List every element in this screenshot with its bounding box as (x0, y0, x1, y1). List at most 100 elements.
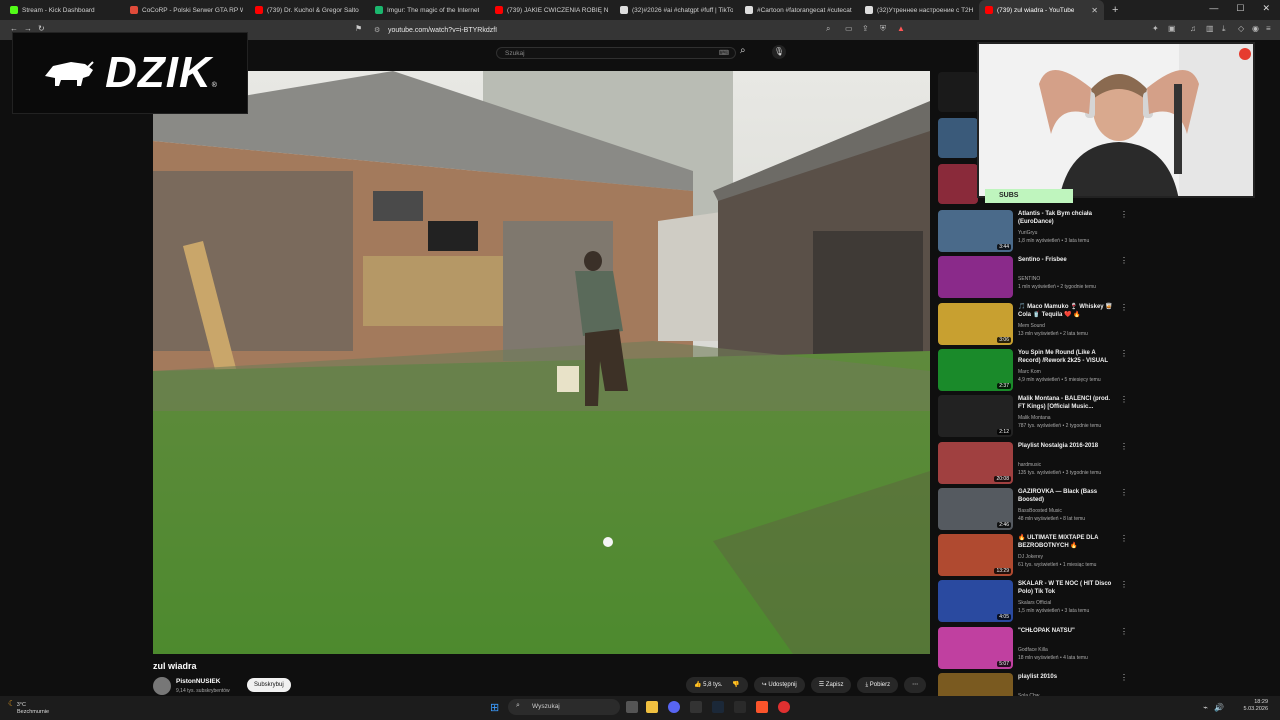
browser-tab[interactable]: (32)Утреннее настроение с T2H2 (859, 0, 979, 20)
more-options-icon[interactable]: ⋮ (1120, 534, 1128, 543)
app-red-icon[interactable] (778, 701, 790, 713)
recommendation-item[interactable]: 3:44 Atlantis - Tak Bym chciała (EuroDanc… (938, 210, 1128, 254)
recommendation-item[interactable]: 5:07 "CHŁOPAK NATSU" Godface Killa 18 mln w… (938, 626, 1128, 671)
recommendation-channel[interactable]: SENTINO (1018, 275, 1118, 283)
start-icon[interactable]: ⊞ (490, 701, 499, 714)
video-thumbnail[interactable] (938, 256, 1013, 299)
recommendation-channel[interactable]: Marc Kom (1018, 368, 1118, 376)
recommendation-title[interactable]: Malik Montana - BALENCI (prod. FT Kings)… (1018, 395, 1114, 411)
video-thumbnail[interactable]: 2:12 (938, 395, 1013, 438)
brave-rewards-icon[interactable]: ▲ (897, 24, 905, 33)
more-options-icon[interactable]: ⋮ (1120, 256, 1128, 265)
close-window-icon[interactable]: ✕ (1262, 3, 1270, 14)
recommendation-item[interactable]: 2:46 GAZIROVKA — Black (Bass Boosted) Bass… (938, 487, 1128, 532)
more-actions-button[interactable]: ⋯ (904, 677, 927, 693)
menu-icon[interactable]: ≡ (1266, 24, 1271, 33)
video-thumbnail[interactable]: 2:37 (938, 348, 1013, 391)
network-icon[interactable]: ⌁ (1203, 703, 1208, 712)
browser-tab[interactable]: (32)#2026 #ai #chatgpt #fuff | TikTok (614, 0, 739, 20)
recommendation-title[interactable]: 🎵 Maco Mamuko 🍷 Whiskey 🥃 Cola 🥤 Tequila… (1018, 303, 1114, 319)
extensions-icon[interactable]: ✦ (1152, 24, 1159, 33)
recommendation-channel[interactable]: YuriGryu (1018, 229, 1118, 237)
video-thumbnail[interactable]: 3:44 (938, 210, 1013, 252)
recommendation-item[interactable]: 20:08 Playlist Nostalgia 2016-2018 hardmus… (938, 441, 1128, 486)
more-options-icon[interactable]: ⋮ (1120, 210, 1128, 219)
recommendation-title[interactable]: "CHŁOPAK NATSU" (1018, 627, 1114, 635)
browser-tab[interactable]: Stream - Kick Dashboard (4, 0, 124, 20)
sidebar-icon[interactable]: ▥ (1206, 24, 1214, 33)
pin-icon[interactable]: ◇ (1238, 24, 1244, 33)
recommendation-item[interactable]: 13:29 🔥 ULTIMATE MIXTAPE DLA BEZROBOTNYCH… (938, 534, 1128, 578)
video-thumbnail[interactable]: 5:07 (938, 626, 1013, 669)
recommendation-channel[interactable]: Mem Sound (1018, 322, 1118, 330)
browser-tab[interactable]: CoCoRP - Polski Serwer GTA RP Whi (124, 0, 249, 20)
file-explorer-icon[interactable] (646, 701, 658, 713)
save-button[interactable]: ☰ Zapisz (810, 677, 852, 693)
video-thumbnail[interactable] (938, 164, 978, 204)
more-options-icon[interactable]: ⋮ (1120, 442, 1128, 451)
channel-avatar[interactable] (153, 677, 171, 695)
taskbar-search[interactable]: ⌕ Wyszukaj (508, 699, 620, 715)
more-options-icon[interactable]: ⋮ (1120, 303, 1128, 312)
shield-icon[interactable]: ⛨ (880, 24, 886, 34)
search-icon[interactable]: ⌕ (740, 45, 746, 56)
recommendation-item[interactable]: Sentino - Frisbee SENTINO 1 mln wyświetleń… (938, 256, 1128, 300)
recommendation-title[interactable]: playlist 2010s (1018, 673, 1114, 681)
recommendation-channel[interactable]: hardmusic (1018, 461, 1118, 469)
close-tab-icon[interactable]: ✕ (1085, 6, 1098, 15)
recommendation-title[interactable]: GAZIROVKA — Black (Bass Boosted) (1018, 488, 1114, 504)
recommendation-title[interactable]: SKALAR - W TE NOC ( HIT Disco Polo) Tik … (1018, 580, 1114, 596)
more-options-icon[interactable]: ⋮ (1120, 580, 1128, 589)
download-button[interactable]: ⤓ Pobierz (857, 677, 899, 693)
share-button[interactable]: ↪ Udostępnij (753, 677, 805, 693)
thumbs-down-icon[interactable]: 👎 (732, 682, 739, 688)
share-icon[interactable]: ⇪ (862, 24, 869, 33)
like-button[interactable]: 👍 5,8 tys. 👎 (686, 677, 748, 693)
video-thumbnail[interactable] (938, 72, 978, 112)
more-options-icon[interactable]: ⋮ (1120, 395, 1128, 404)
video-player[interactable] (153, 71, 930, 654)
more-options-icon[interactable]: ⋮ (1120, 673, 1128, 682)
recommendation-title[interactable]: Playlist Nostalgia 2016-2018 (1018, 442, 1114, 450)
recommendation-channel[interactable]: Godface Killa (1018, 646, 1118, 654)
recommendation-channel[interactable]: Skalars Official (1018, 599, 1118, 607)
video-thumbnail[interactable] (938, 118, 978, 158)
recommendation-title[interactable]: 🔥 ULTIMATE MIXTAPE DLA BEZROBOTNYCH 🔥 (1018, 534, 1114, 550)
video-thumbnail[interactable]: 4:05 (938, 580, 1013, 623)
browser-tab[interactable]: (739) JAKIE ĆWICZENIA ROBIĘ NA SI (489, 0, 614, 20)
site-info-icon[interactable]: ⚙ (374, 26, 380, 34)
keyboard-icon[interactable]: ⌨ (719, 49, 729, 57)
recommendation-item[interactable]: 4:05 SKALAR - W TE NOC ( HIT Disco Polo) … (938, 580, 1128, 624)
video-thumbnail[interactable]: 13:29 (938, 534, 1013, 577)
video-thumbnail[interactable]: 3:06 (938, 302, 1013, 345)
screenshot-icon[interactable]: ▭ (845, 24, 853, 33)
recommendation-item[interactable]: 2:12 Malik Montana - BALENCI (prod. FT Ki… (938, 395, 1128, 439)
bookmark-icon[interactable]: ⚑ (355, 24, 362, 33)
profile-icon[interactable]: ◉ (1252, 24, 1259, 33)
microphone-icon[interactable]: 🎙 (772, 45, 786, 59)
more-options-icon[interactable]: ⋮ (1120, 349, 1128, 358)
recommendation-item[interactable]: 2:37 You Spin Me Round (Like A Record) /R… (938, 348, 1128, 393)
media-icon[interactable]: ♫ (1190, 24, 1196, 33)
new-tab-button[interactable]: + (1112, 4, 1118, 16)
browser-tab[interactable]: #Cartoon #fatorangecat #cutecat | Ti (739, 0, 859, 20)
channel-name[interactable]: PistonNUSIEK (176, 678, 220, 685)
recommendation-item[interactable]: 3:06 🎵 Maco Mamuko 🍷 Whiskey 🥃 Cola 🥤 Teq… (938, 302, 1128, 347)
downloads-icon[interactable]: ⤓ (1222, 24, 1226, 34)
video-thumbnail[interactable]: 2:46 (938, 487, 1013, 530)
recommendation-channel[interactable]: DJ Jokerey (1018, 553, 1118, 561)
volume-icon[interactable]: 🔊 (1214, 703, 1224, 712)
task-view-icon[interactable] (626, 701, 638, 713)
weather-widget[interactable]: ☾ 3°C Bezchmurnie (8, 700, 49, 716)
app-icon[interactable] (734, 701, 746, 713)
recommendation-title[interactable]: Atlantis - Tak Bym chciała (EuroDance) (1018, 210, 1114, 226)
more-options-icon[interactable]: ⋮ (1120, 488, 1128, 497)
obs-icon[interactable] (690, 701, 702, 713)
maximize-icon[interactable]: ☐ (1236, 3, 1244, 14)
zoom-icon[interactable]: ⌕ (826, 24, 830, 34)
recommendation-channel[interactable]: BassBoosted Music (1018, 507, 1118, 515)
video-thumbnail[interactable]: 20:08 (938, 441, 1013, 484)
browser-tab[interactable]: Imgur: The magic of the Internet (369, 0, 489, 20)
search-input[interactable]: Szukaj ⌨ (496, 47, 736, 59)
steam-icon[interactable] (712, 701, 724, 713)
